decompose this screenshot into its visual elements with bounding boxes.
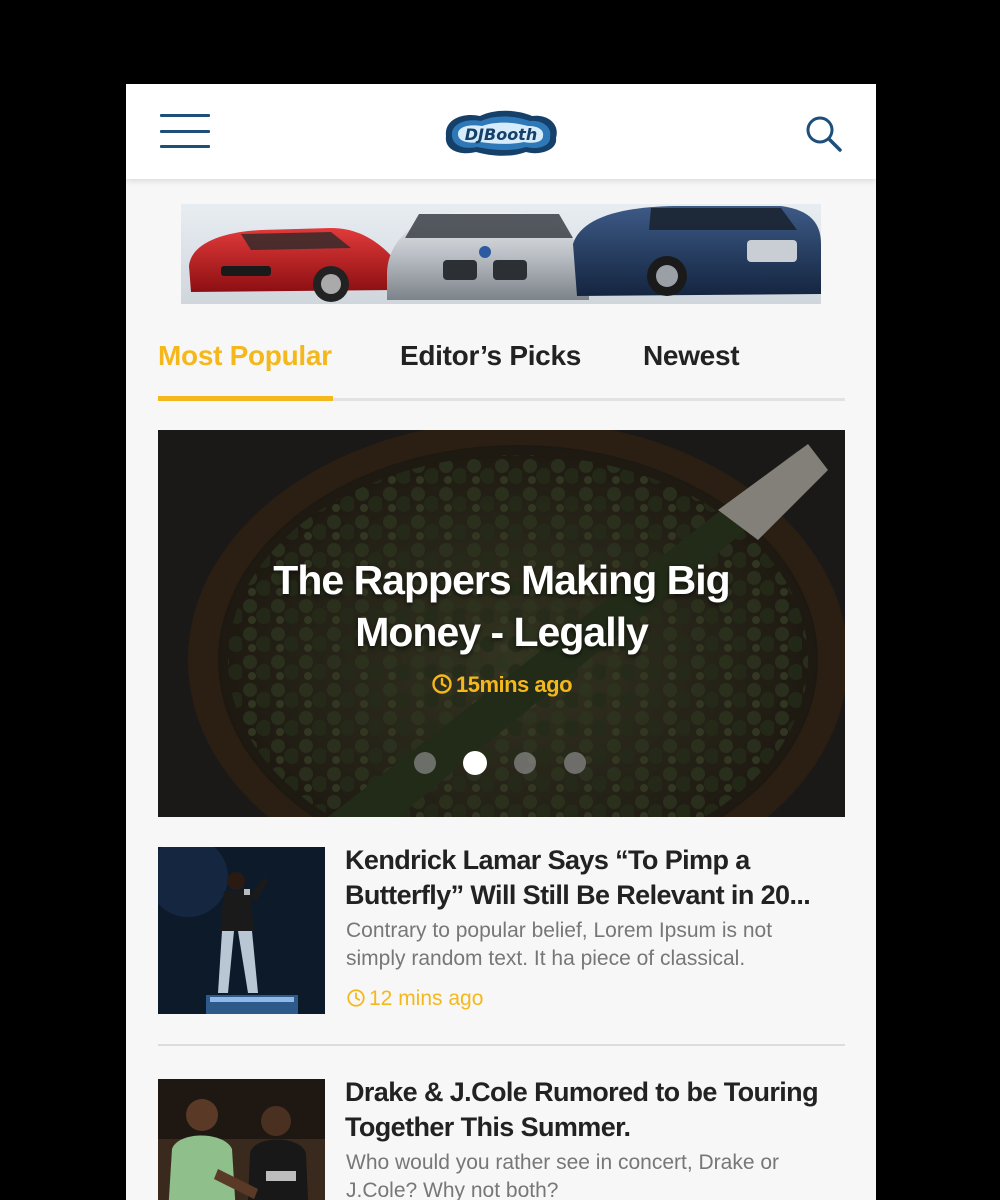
hero-timestamp: 15mins ago bbox=[158, 672, 845, 698]
article-thumbnail-1 bbox=[158, 847, 325, 1014]
svg-text:DJBooth: DJBooth bbox=[465, 125, 537, 144]
article-item-1[interactable]: Kendrick Lamar Says “To Pimp a Butterfly… bbox=[158, 845, 845, 1017]
article-description-1: Contrary to popular belief, Lorem Ipsum … bbox=[346, 919, 773, 970]
article-description-2: Who would you rather see in concert, Dra… bbox=[346, 1151, 780, 1200]
tab-editors-picks[interactable]: Editor’s Picks bbox=[400, 340, 581, 372]
app-screen: DJBooth Most Popular Editor’s Picks Newe… bbox=[126, 84, 876, 1200]
article-thumbnail-2 bbox=[158, 1079, 325, 1200]
article-time-text-1: 12 mins ago bbox=[369, 987, 484, 1010]
clock-icon bbox=[347, 989, 365, 1007]
category-tabs: Most Popular Editor’s Picks Newest bbox=[158, 334, 845, 401]
hamburger-menu-icon[interactable] bbox=[160, 114, 210, 150]
featured-carousel[interactable]: The Rappers Making Big Money - Legally 1… bbox=[158, 430, 845, 817]
djbooth-logo[interactable]: DJBooth bbox=[440, 104, 562, 160]
carousel-dot-3[interactable] bbox=[514, 752, 536, 774]
search-icon[interactable] bbox=[804, 114, 844, 154]
carousel-dot-4[interactable] bbox=[564, 752, 586, 774]
tab-newest[interactable]: Newest bbox=[643, 340, 740, 372]
article-title-1[interactable]: Kendrick Lamar Says “To Pimp a Butterfly… bbox=[345, 843, 845, 913]
tab-most-popular[interactable]: Most Popular bbox=[158, 340, 332, 372]
top-bar: DJBooth bbox=[126, 84, 876, 179]
active-tab-indicator bbox=[158, 396, 333, 401]
hero-title-line-2: Money - Legally bbox=[355, 609, 649, 655]
article-divider bbox=[158, 1044, 845, 1046]
carousel-dot-2[interactable] bbox=[463, 751, 487, 775]
hero-title[interactable]: The Rappers Making Big Money - Legally bbox=[158, 554, 845, 658]
article-item-2[interactable]: Drake & J.Cole Rumored to be Touring Tog… bbox=[158, 1077, 845, 1200]
car-ad-banner[interactable] bbox=[181, 204, 821, 304]
hero-time-text: 15mins ago bbox=[455, 672, 573, 697]
article-timestamp-1: 12 mins ago bbox=[346, 987, 483, 1011]
article-title-2[interactable]: Drake & J.Cole Rumored to be Touring Tog… bbox=[345, 1075, 845, 1145]
carousel-dot-1[interactable] bbox=[414, 752, 436, 774]
clock-icon bbox=[432, 674, 452, 694]
hero-title-line-1: The Rappers Making Big bbox=[273, 557, 730, 603]
